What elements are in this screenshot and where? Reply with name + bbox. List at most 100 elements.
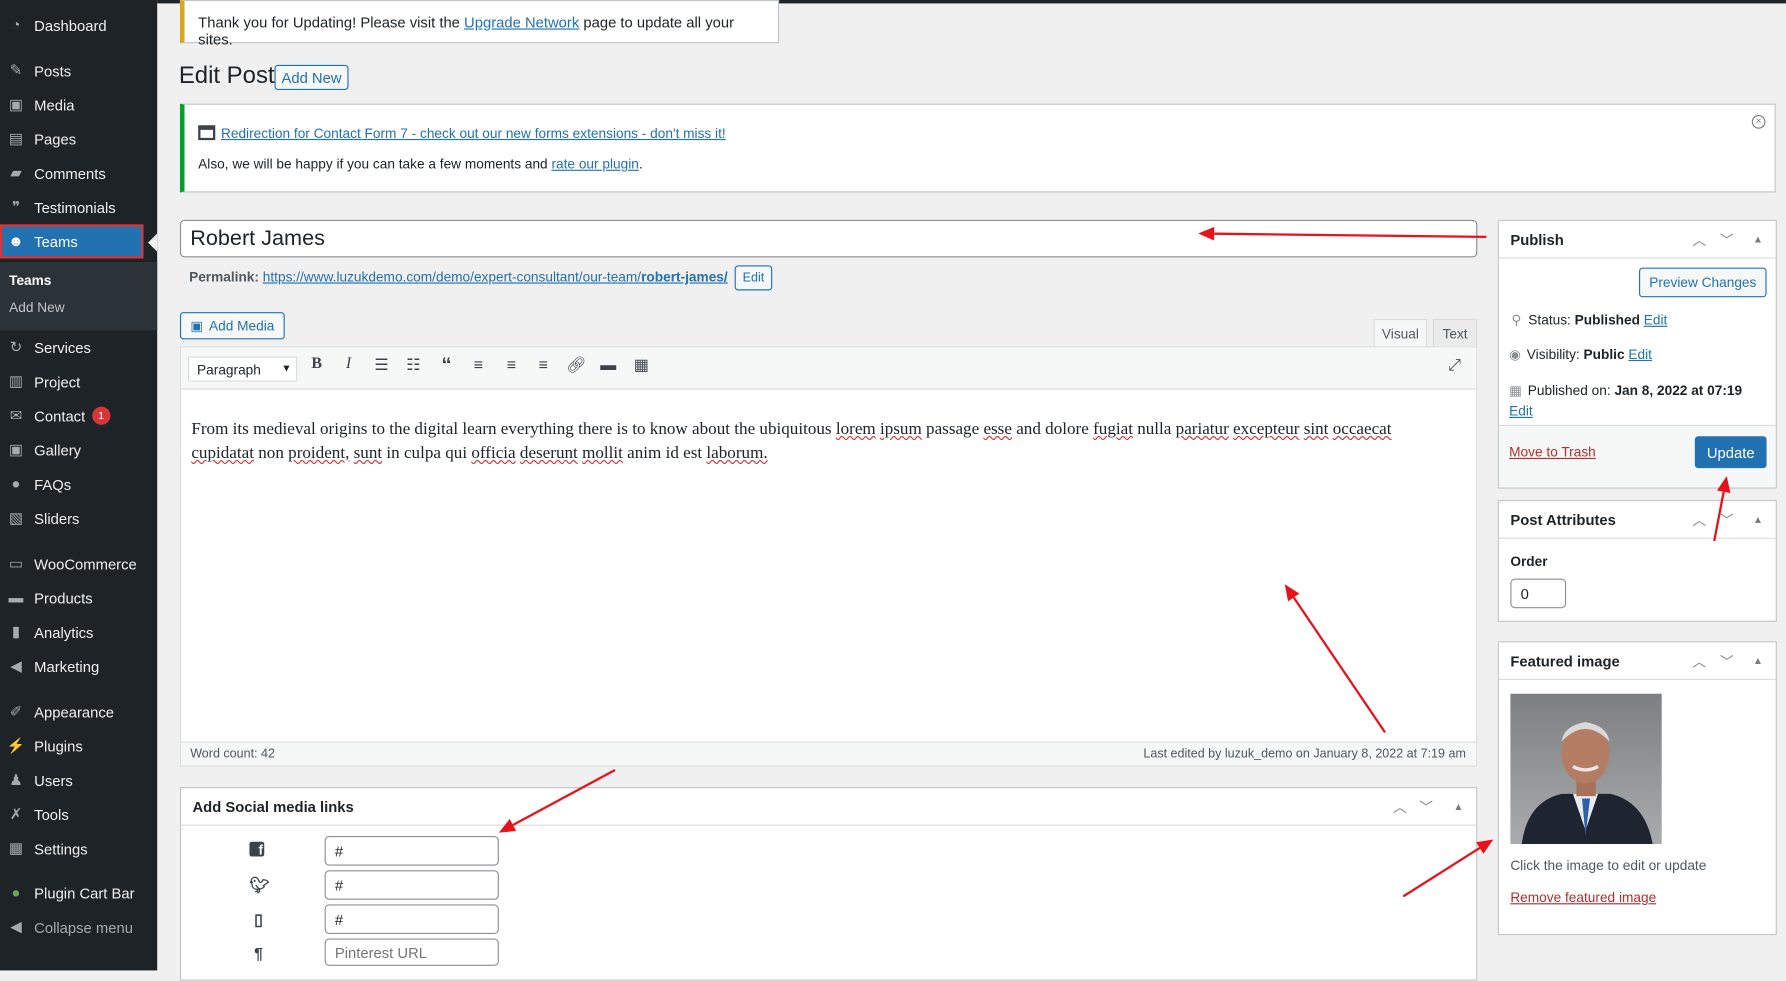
sidebar-item-dashboard[interactable]: ◔ Dashboard	[0, 8, 157, 42]
preview-changes-button[interactable]: Preview Changes	[1639, 267, 1767, 298]
sidebar-item-label: Plugin Cart Bar	[34, 884, 135, 902]
chart-icon: ▮	[11, 623, 21, 641]
sidebar-item-contact[interactable]: ✉ Contact 1	[0, 399, 157, 433]
update-button[interactable]: Update	[1694, 436, 1767, 469]
move-down-icon[interactable]: ﹀	[1720, 652, 1734, 671]
move-down-icon[interactable]: ﹀	[1419, 797, 1433, 816]
social-url-input[interactable]	[324, 904, 499, 934]
status-edit-link[interactable]: Edit	[1644, 312, 1668, 328]
fullscreen-icon[interactable]: ⤢	[1443, 355, 1466, 374]
sidebar-item-gallery[interactable]: ▣ Gallery	[0, 433, 157, 467]
sidebar-item-settings[interactable]: ▦ Settings	[0, 831, 157, 865]
sidebar-item-testimonials[interactable]: ❞ Testimonials	[0, 190, 157, 224]
sidebar-item-label: Services	[34, 338, 91, 356]
align-center-icon[interactable]: ≡	[500, 355, 523, 373]
align-right-icon[interactable]: ≡	[532, 355, 555, 373]
move-down-icon[interactable]: ﹀	[1720, 230, 1734, 249]
bold-icon[interactable]: B	[305, 355, 328, 373]
date-edit-link[interactable]: Edit	[1509, 403, 1533, 419]
sidebar-item-label: Marketing	[34, 657, 100, 675]
groups-icon: ☻	[8, 232, 24, 250]
sidebar-item-label: Collapse menu	[34, 918, 133, 936]
sidebar-item-comments[interactable]: ▰ Comments	[0, 156, 157, 190]
sidebar-item-teams[interactable]: ☻ Teams	[0, 224, 144, 259]
move-up-icon[interactable]: ︿	[1693, 510, 1707, 529]
sidebar-item-appearance[interactable]: ✐ Appearance	[0, 695, 157, 729]
sidebar-item-woocommerce[interactable]: ▭ WooCommerce	[0, 547, 157, 581]
add-new-button[interactable]: Add New	[274, 64, 349, 90]
post-title-input[interactable]: Robert James	[179, 219, 1478, 258]
rate-plugin-link[interactable]: rate our plugin	[551, 156, 638, 172]
dismiss-icon[interactable]: ×	[1751, 115, 1766, 129]
notification-badge: 1	[92, 406, 111, 425]
sidebar-item-tools[interactable]: ✗ Tools	[0, 797, 157, 831]
remove-featured-image-link[interactable]: Remove featured image	[1510, 890, 1656, 906]
social-url-placeholder: Pinterest URL	[334, 943, 428, 961]
megaphone-icon: ◀	[10, 657, 22, 675]
align-left-icon[interactable]: ≡	[467, 355, 490, 373]
update-notice: Thank you for Updating! Please visit the…	[179, 0, 780, 48]
permalink-edit-button[interactable]: Edit	[734, 265, 773, 291]
sidebar-item-label: Comments	[34, 164, 106, 182]
format-select[interactable]: Paragraph ▼	[187, 356, 298, 382]
sidebar-item-collapse-menu[interactable]: ◀ Collapse menu	[0, 910, 157, 944]
link-icon[interactable]: 🔗︎	[565, 355, 588, 374]
tab-text[interactable]: Text	[1432, 318, 1478, 347]
sidebar-item-label: Settings	[34, 840, 88, 858]
format-value: Paragraph	[197, 362, 261, 379]
social-url-input[interactable]	[324, 836, 499, 866]
sidebar-item-label: Gallery	[34, 441, 82, 459]
submenu-item-teams[interactable]: Teams	[9, 272, 51, 288]
sidebar-item-faqs[interactable]: ● FAQs	[0, 467, 157, 501]
toggle-panel-icon[interactable]: ▲	[1753, 233, 1763, 244]
submenu-item-add-new[interactable]: Add New	[9, 300, 64, 316]
numbered-list-icon[interactable]: ☷	[402, 355, 425, 374]
toolbar-toggle-icon[interactable]: ▦	[630, 355, 653, 374]
post-attributes-header: Post Attributes	[1498, 501, 1776, 539]
blockquote-icon[interactable]: “	[435, 353, 458, 377]
move-up-icon[interactable]: ︿	[1693, 230, 1707, 249]
pin-icon: ⚲	[1511, 312, 1522, 329]
permalink: Permalink: https://www.luzukdemo.com/dem…	[189, 269, 728, 285]
social-url-input[interactable]: Pinterest URL	[324, 938, 499, 966]
toggle-panel-icon[interactable]: ▲	[1753, 514, 1763, 525]
italic-icon[interactable]: I	[337, 355, 360, 373]
sidebar-item-plugins[interactable]: ⚡ Plugins	[0, 729, 157, 763]
order-input[interactable]: 0	[1510, 578, 1567, 609]
move-down-icon[interactable]: ﹀	[1720, 510, 1734, 529]
editor-content[interactable]: From its medieval origins to the digital…	[191, 418, 1442, 466]
current-menu-pointer	[148, 233, 158, 252]
sidebar-item-label: Pages	[34, 130, 77, 148]
move-to-trash-link[interactable]: Move to Trash	[1509, 444, 1596, 460]
permalink-link[interactable]: https://www.luzukdemo.com/demo/expert-co…	[263, 269, 728, 285]
sidebar-item-products[interactable]: ▬ Products	[0, 581, 157, 615]
sidebar-item-users[interactable]: ♟ Users	[0, 763, 157, 797]
toggle-panel-icon[interactable]: ▲	[1753, 655, 1763, 666]
featured-image[interactable]	[1510, 693, 1662, 844]
upgrade-network-link[interactable]: Upgrade Network	[464, 14, 579, 31]
word-count: Word count: 42	[190, 747, 275, 761]
social-url-input[interactable]	[324, 870, 499, 900]
sidebar-item-services[interactable]: ↻ Services	[0, 330, 157, 364]
sidebar-item-marketing[interactable]: ◀ Marketing	[0, 649, 157, 683]
sidebar-item-analytics[interactable]: ▮ Analytics	[0, 615, 157, 649]
media-icon: ▣	[8, 95, 23, 113]
add-media-button[interactable]: ▣ Add Media	[179, 312, 285, 340]
mail-icon: ✉	[9, 406, 23, 424]
read-more-icon[interactable]: ▬	[597, 355, 620, 373]
sidebar-item-sliders[interactable]: ▧ Sliders	[0, 501, 157, 535]
sidebar-item-pages[interactable]: ▤ Pages	[0, 122, 157, 156]
sidebar-item-plugin-cart-bar[interactable]: ● Plugin Cart Bar	[0, 876, 157, 910]
notice-text: .	[638, 156, 643, 172]
tab-visual[interactable]: Visual	[1373, 318, 1428, 348]
bullet-list-icon[interactable]: ☰	[370, 355, 393, 374]
visibility-edit-link[interactable]: Edit	[1628, 346, 1652, 362]
toggle-panel-icon[interactable]: ▲	[1453, 801, 1463, 812]
sidebar-item-project[interactable]: ▥ Project	[0, 364, 157, 398]
sidebar-item-media[interactable]: ▣ Media	[0, 88, 157, 122]
sidebar-item-posts[interactable]: ✎ Posts	[0, 54, 157, 88]
redirection-link[interactable]: Redirection for Contact Form 7 - check o…	[221, 125, 726, 141]
move-up-icon[interactable]: ︿	[1693, 652, 1707, 671]
move-up-icon[interactable]: ︿	[1393, 797, 1407, 816]
testimonial-icon: ❞	[11, 198, 20, 216]
